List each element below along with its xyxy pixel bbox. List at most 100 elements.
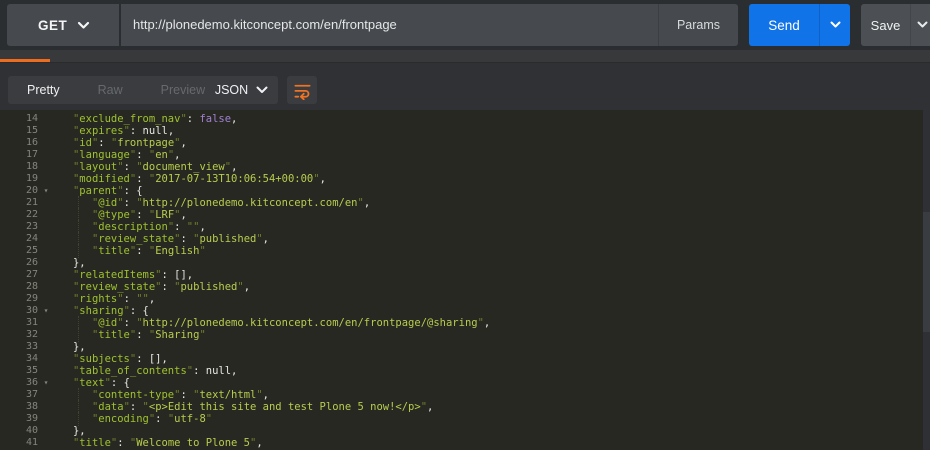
wrap-text-button[interactable] bbox=[287, 76, 317, 104]
code-line: 25 "title": "English" bbox=[0, 244, 930, 258]
postman-app: GET http://plonedemo.kitconcept.com/en/f… bbox=[0, 0, 930, 450]
code-text: }, bbox=[72, 425, 86, 437]
line-number: 23 bbox=[25, 221, 38, 232]
line-number: 15 bbox=[25, 125, 38, 136]
send-button[interactable]: Send bbox=[749, 4, 819, 46]
code-text: "id": "frontpage", bbox=[72, 137, 187, 149]
fold-toggle-icon[interactable]: ▾ bbox=[38, 305, 54, 317]
code-text: "sharing": { bbox=[72, 305, 149, 317]
fold-toggle-icon[interactable]: ▾ bbox=[38, 185, 54, 197]
code-line: 26 }, bbox=[0, 257, 930, 269]
chevron-down-icon bbox=[78, 21, 90, 29]
code-text: "subjects": [], bbox=[72, 353, 168, 365]
code-text: "exclude_from_nav": false, bbox=[72, 113, 238, 125]
code-text: "parent": { bbox=[72, 185, 143, 197]
line-number: 14 bbox=[25, 113, 38, 124]
line-number: 25 bbox=[25, 245, 38, 256]
code-line: 14 "exclude_from_nav": false, bbox=[0, 113, 930, 125]
chevron-down-icon bbox=[256, 86, 268, 93]
params-button[interactable]: Params bbox=[658, 4, 738, 46]
tab-pretty[interactable]: Pretty bbox=[8, 76, 79, 104]
format-label: JSON bbox=[214, 83, 249, 97]
line-number: 18 bbox=[25, 161, 38, 172]
scrollbar-track[interactable] bbox=[923, 110, 930, 450]
code-text: }, bbox=[72, 257, 86, 269]
code-text: "title": "Sharing" bbox=[54, 328, 206, 342]
code-line: 36 ▾ "text": { bbox=[0, 377, 930, 389]
tab-raw[interactable]: Raw bbox=[79, 76, 142, 104]
line-number: 32 bbox=[25, 329, 38, 340]
code-text: "data": "<p>Edit this site and test Plon… bbox=[54, 400, 433, 414]
response-toolbar: Pretty Raw Preview JSON bbox=[0, 62, 930, 161]
code-line: 15 "expires": null, bbox=[0, 125, 930, 137]
code-text: "rights": "", bbox=[72, 293, 156, 305]
code-text: "review_state": "published", bbox=[54, 232, 269, 246]
code-text: "review_state": "published", bbox=[72, 281, 251, 293]
code-line: 21 "@id": "http://plonedemo.kitconcept.c… bbox=[0, 196, 930, 210]
code-line: 20 ▾ "parent": { bbox=[0, 185, 930, 197]
code-line: 38 "data": "<p>Edit this site and test P… bbox=[0, 400, 930, 414]
code-line: 27 "relatedItems": [], bbox=[0, 269, 930, 281]
line-number: 36 bbox=[25, 377, 38, 388]
save-button[interactable]: Save bbox=[861, 4, 910, 46]
code-line: 22 "@type": "LRF", bbox=[0, 208, 930, 222]
tab-raw-label: Raw bbox=[97, 83, 123, 97]
line-number: 26 bbox=[25, 257, 38, 268]
line-number: 40 bbox=[25, 425, 38, 436]
code-line: 39 "encoding": "utf-8" bbox=[0, 412, 930, 426]
line-number: 24 bbox=[25, 233, 38, 244]
send-split-button: Send bbox=[749, 4, 850, 46]
code-text: "modified": "2017-07-13T10:06:54+00:00", bbox=[72, 173, 326, 185]
code-line: 24 "review_state": "published", bbox=[0, 232, 930, 246]
code-text: "encoding": "utf-8" bbox=[54, 412, 212, 426]
code-line: 19 "modified": "2017-07-13T10:06:54+00:0… bbox=[0, 173, 930, 185]
line-number: 19 bbox=[25, 173, 38, 184]
line-number: 28 bbox=[25, 281, 38, 292]
send-label: Send bbox=[768, 17, 800, 33]
code-line: 30 ▾ "sharing": { bbox=[0, 305, 930, 317]
line-number: 39 bbox=[25, 413, 38, 424]
code-lines: 14 "exclude_from_nav": false, 15 "expires… bbox=[0, 110, 930, 449]
code-line: 29 "rights": "", bbox=[0, 293, 930, 305]
line-number: 21 bbox=[25, 197, 38, 208]
format-dropdown[interactable]: JSON bbox=[205, 76, 278, 104]
tab-preview-label: Preview bbox=[160, 83, 206, 97]
line-number: 17 bbox=[25, 149, 38, 160]
line-number: 29 bbox=[25, 293, 38, 304]
line-number: 37 bbox=[25, 389, 38, 400]
method-dropdown[interactable]: GET bbox=[7, 4, 119, 46]
save-label: Save bbox=[870, 17, 901, 33]
code-line: 16 "id": "frontpage", bbox=[0, 137, 930, 149]
line-number: 30 bbox=[25, 305, 38, 316]
scrollbar-thumb[interactable] bbox=[923, 212, 930, 332]
wrap-text-icon bbox=[293, 84, 311, 100]
fold-toggle-icon[interactable]: ▾ bbox=[38, 377, 54, 389]
code-text: "table_of_contents": null, bbox=[72, 365, 238, 377]
code-text: "@type": "LRF", bbox=[54, 208, 187, 222]
response-body-editor[interactable]: 14 "exclude_from_nav": false, 15 "expires… bbox=[0, 110, 930, 450]
send-dropdown[interactable] bbox=[819, 4, 850, 46]
code-line: 34 "subjects": [], bbox=[0, 353, 930, 365]
line-number: 16 bbox=[25, 137, 38, 148]
url-field[interactable]: http://plonedemo.kitconcept.com/en/front… bbox=[121, 4, 738, 46]
line-number: 27 bbox=[25, 269, 38, 280]
code-line: 28 "review_state": "published", bbox=[0, 281, 930, 293]
save-dropdown[interactable] bbox=[910, 4, 930, 46]
response-tabstrip bbox=[0, 50, 930, 62]
